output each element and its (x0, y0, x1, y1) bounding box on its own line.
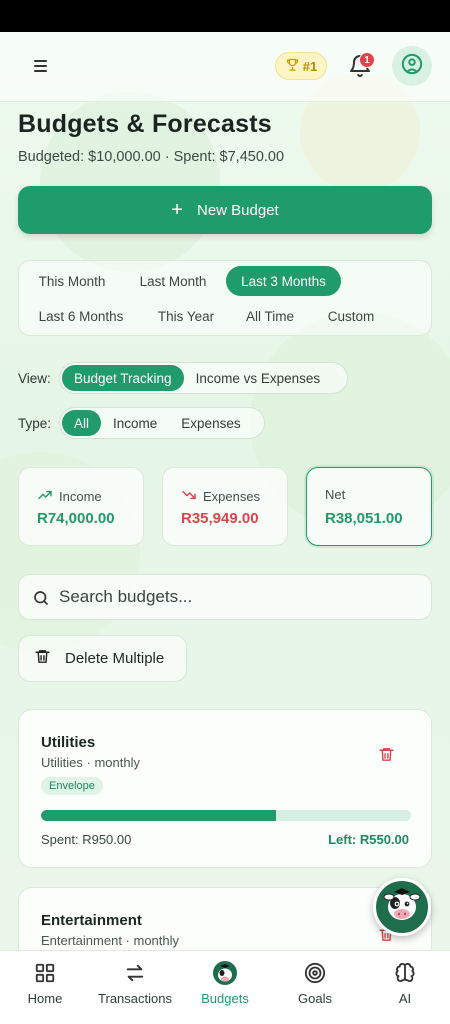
expenses-label: Expenses (203, 489, 261, 504)
swap-arrows-icon (124, 961, 146, 985)
profile-button[interactable] (392, 46, 432, 86)
brain-icon (394, 961, 416, 985)
type-toggle: All Income Expenses (59, 407, 265, 439)
period-last-3-months[interactable]: Last 3 Months (226, 266, 341, 296)
period-label: Last 3 Months (241, 273, 326, 289)
nav-label: Goals (298, 991, 332, 1006)
nav-label: Budgets (201, 991, 249, 1006)
type-expenses[interactable]: Expenses (169, 410, 252, 436)
view-income-vs-expenses[interactable]: Income vs Expenses (184, 365, 333, 391)
user-circle-icon (401, 53, 423, 80)
budget-category: Utilities · monthly (41, 755, 140, 770)
delete-multiple-label: Delete Multiple (65, 650, 165, 667)
target-icon (304, 961, 326, 985)
new-budget-button[interactable]: + New Budget (18, 186, 432, 234)
view-budget-tracking[interactable]: Budget Tracking (62, 365, 184, 391)
nav-budgets[interactable]: Budgets (180, 961, 270, 1013)
trending-up-icon (37, 487, 53, 506)
net-label: Net (325, 487, 346, 502)
period-label: Custom (327, 308, 375, 324)
nav-home[interactable]: Home (0, 961, 90, 1013)
delete-budget-button[interactable] (378, 746, 395, 768)
period-this-month[interactable]: This Month (25, 266, 119, 296)
page-title: Budgets & Forecasts (18, 110, 272, 138)
income-stat-card[interactable]: Income R74,000.00 (18, 467, 144, 546)
type-all[interactable]: All (62, 410, 102, 436)
cow-mascot-icon (380, 883, 424, 932)
expenses-stat-card[interactable]: Expenses R35,949.00 (162, 467, 288, 546)
trash-icon (378, 748, 395, 767)
period-label: Last Month (139, 273, 207, 289)
budget-type-tag: Envelope (41, 777, 103, 795)
menu-button[interactable] (28, 56, 56, 78)
net-value: R38,051.00 (325, 510, 403, 527)
plus-icon: + (171, 199, 183, 221)
expenses-value: R35,949.00 (181, 510, 259, 527)
assistant-mascot-button[interactable] (373, 878, 431, 936)
budget-progress-fill (41, 810, 276, 821)
budget-name: Entertainment (41, 912, 142, 929)
view-toggle: Budget Tracking Income vs Expenses (59, 362, 348, 394)
period-last-6-months[interactable]: Last 6 Months (25, 301, 137, 331)
status-bar (0, 0, 450, 32)
type-income[interactable]: Income (101, 410, 169, 436)
trophy-icon (285, 57, 300, 75)
type-label: Type: (18, 416, 52, 431)
search-input[interactable] (59, 575, 419, 619)
period-last-month[interactable]: Last Month (127, 266, 219, 296)
cow-avatar-icon (212, 961, 238, 985)
nav-label: Home (27, 991, 63, 1006)
grid-icon (34, 961, 56, 985)
nav-label: Transactions (98, 991, 172, 1006)
period-label: This Month (38, 273, 106, 289)
budget-progress-bar (41, 810, 411, 821)
nav-ai[interactable]: AI (360, 961, 450, 1013)
nav-label: AI (398, 991, 412, 1006)
period-label: This Year (157, 308, 215, 324)
period-this-year[interactable]: This Year (147, 301, 225, 331)
net-stat-card[interactable]: Net R38,051.00 (306, 467, 432, 546)
budget-card[interactable]: Utilities Utilities · monthly Envelope S… (18, 709, 432, 868)
new-budget-label: New Budget (196, 201, 279, 219)
trash-icon (34, 648, 51, 669)
app-header: #1 (0, 32, 450, 102)
period-custom[interactable]: Custom (317, 301, 385, 331)
delete-multiple-button[interactable]: Delete Multiple (18, 635, 187, 682)
budget-summary: Budgeted: $10,000.00 · Spent: $7,450.00 (18, 149, 285, 165)
budget-spent: Spent: R950.00 (41, 832, 132, 847)
search-box (18, 574, 432, 620)
income-label: Income (59, 489, 102, 504)
bottom-navigation: Home Transactions Budgets Goals AI (0, 950, 450, 1024)
rank-label: #1 (302, 58, 318, 74)
income-value: R74,000.00 (37, 510, 115, 527)
period-all-time[interactable]: All Time (235, 301, 305, 331)
budget-name: Utilities (41, 734, 96, 751)
period-label: All Time (245, 308, 294, 324)
nav-transactions[interactable]: Transactions (90, 961, 180, 1013)
budget-category: Entertainment · monthly (41, 933, 180, 948)
view-label: View: (18, 371, 51, 386)
search-icon (32, 589, 50, 612)
period-filter: This Month Last Month Last 3 Months Last… (18, 260, 432, 336)
budget-left: Left: R550.00 (328, 832, 409, 847)
trending-down-icon (181, 487, 197, 506)
notification-count-badge: 1 (359, 52, 375, 68)
nav-goals[interactable]: Goals (270, 961, 360, 1013)
period-label: Last 6 Months (38, 308, 124, 324)
rank-badge[interactable]: #1 (275, 52, 327, 80)
